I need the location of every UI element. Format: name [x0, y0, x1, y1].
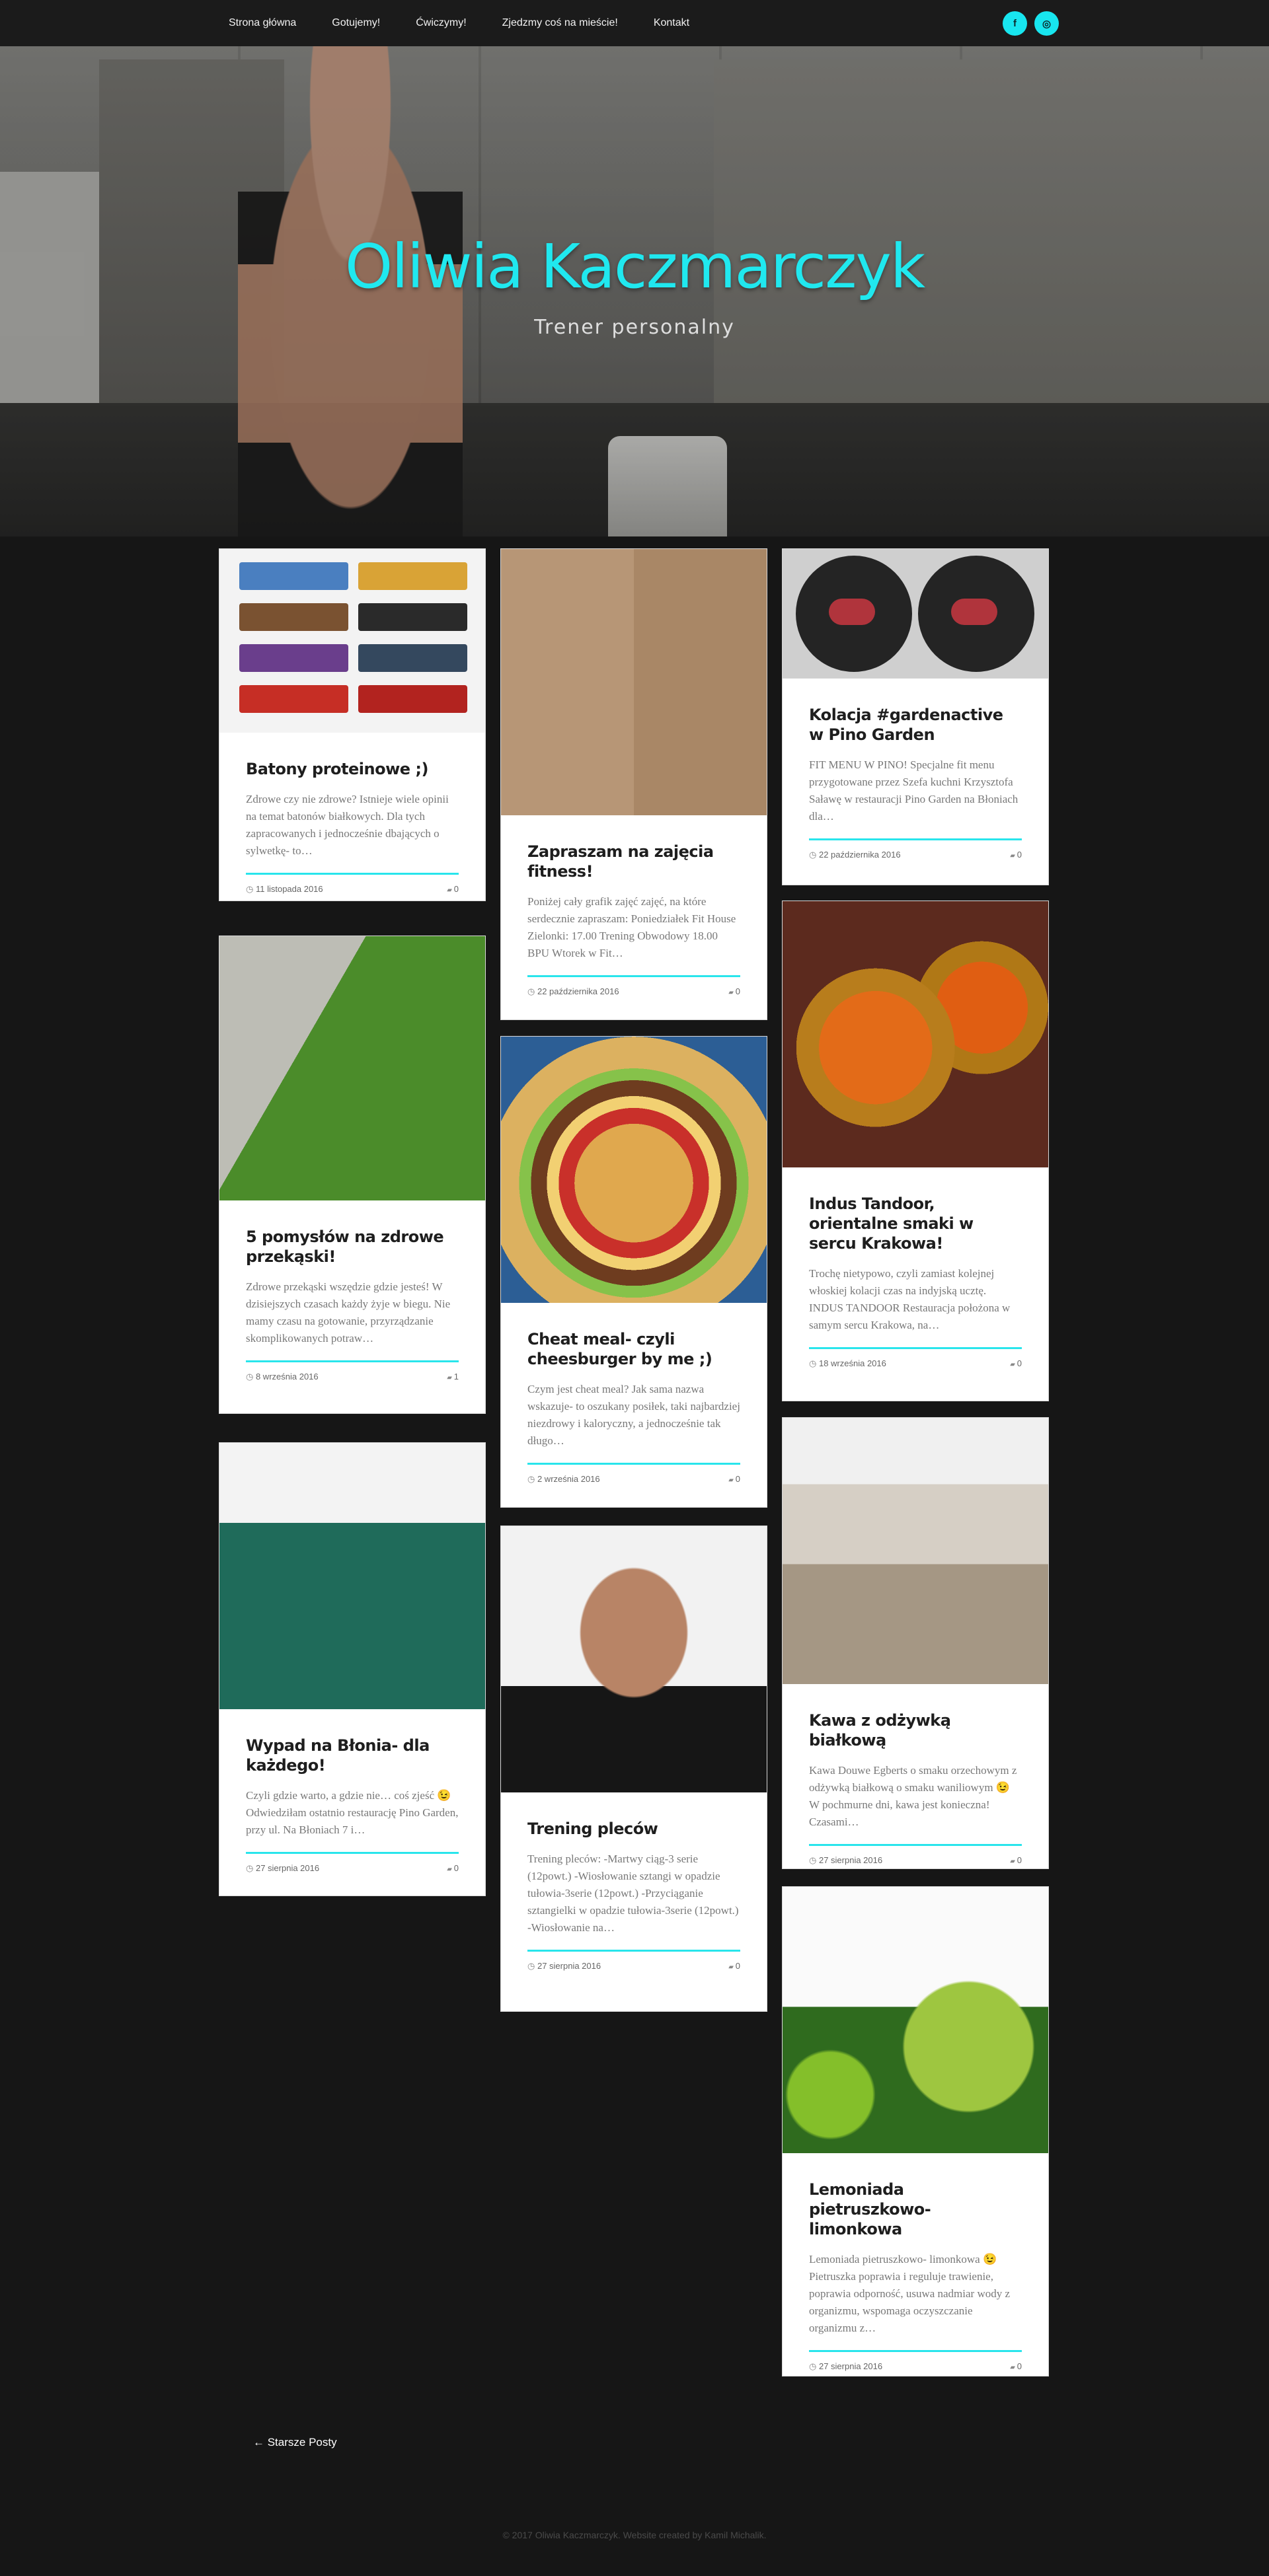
post-excerpt: Kawa Douwe Egberts o smaku orzechowym z …	[809, 1764, 1017, 1828]
divider	[246, 1852, 459, 1854]
post-image-iced-coffee[interactable]	[783, 1418, 1048, 1684]
post-title[interactable]: Wypad na Błonia- dla każdego!	[246, 1736, 459, 1775]
divider	[809, 838, 1022, 840]
post-meta: 2 września 2016 0	[527, 1474, 740, 1485]
divider	[809, 1347, 1022, 1349]
post-date[interactable]: 22 października 2016	[527, 986, 619, 997]
post-meta: 22 października 2016 0	[809, 850, 1022, 860]
main-menu: Strona główna Gotujemy! Ćwiczymy! Zjedzm…	[229, 0, 689, 46]
post-image-cheeseburger[interactable]	[501, 1037, 767, 1303]
post-date[interactable]: 27 sierpnia 2016	[246, 1863, 319, 1874]
post-image-indian-dishes[interactable]	[783, 901, 1048, 1167]
post-meta: 18 września 2016 0	[809, 1358, 1022, 1369]
post-title[interactable]: Indus Tandoor, orientalne smaki w sercu …	[809, 1194, 1022, 1253]
divider	[527, 1463, 740, 1465]
post-date[interactable]: 18 września 2016	[809, 1358, 886, 1369]
comment-count[interactable]: 0	[728, 1961, 740, 1971]
footer-credits: © 2017 Oliwia Kaczmarczyk. Website creat…	[502, 2530, 767, 2540]
post-title[interactable]: Trening pleców	[527, 1819, 740, 1839]
post-image-back-workout[interactable]	[501, 1526, 767, 1792]
post-excerpt: FIT MENU W PINO! Specjalne fit menu przy…	[809, 758, 1019, 823]
instagram-icon[interactable]: ◎	[1034, 11, 1059, 36]
post-excerpt: Lemoniada pietruszkowo- limonkowa 😉 Piet…	[809, 2253, 1011, 2334]
older-posts-link[interactable]: ← Starsze Posty	[253, 2436, 337, 2449]
nav-item-contact[interactable]: Kontakt	[654, 17, 689, 28]
hero-banner: Oliwia Kaczmarczyk Trener personalny	[0, 46, 1269, 536]
post-excerpt: Czyli gdzie warto, a gdzie nie… coś zjeś…	[246, 1789, 459, 1836]
comment-count[interactable]: 0	[1010, 1358, 1022, 1369]
post-date[interactable]: 2 września 2016	[527, 1474, 600, 1485]
post-image-steak-plates[interactable]	[783, 549, 1048, 679]
post-meta: 8 września 2016 1	[246, 1372, 459, 1382]
divider	[246, 1360, 459, 1362]
post-image-pino-can[interactable]	[219, 1443, 485, 1709]
comment-count[interactable]: 0	[1010, 2361, 1022, 2372]
comment-count[interactable]: 0	[447, 1863, 459, 1874]
post-title[interactable]: 5 pomysłów na zdrowe przekąski!	[246, 1227, 459, 1267]
post-title[interactable]: Batony proteinowe ;)	[246, 759, 459, 779]
post-excerpt: Trening pleców: -Martwy ciąg-3 serie (12…	[527, 1853, 739, 1934]
post-meta: 27 sierpnia 2016 0	[809, 1855, 1022, 1866]
post-title[interactable]: Zapraszam na zajęcia fitness!	[527, 842, 740, 881]
site-tagline: Trener personalny	[534, 316, 735, 339]
post-date[interactable]: 11 listopada 2016	[246, 884, 323, 895]
post-card: 5 pomysłów na zdrowe przekąski! Zdrowe p…	[219, 936, 486, 1414]
post-meta: 11 listopada 2016 0	[246, 884, 459, 895]
divider	[246, 873, 459, 875]
post-excerpt: Zdrowe przekąski wszędzie gdzie jesteś! …	[246, 1280, 451, 1344]
nav-item-home[interactable]: Strona główna	[229, 17, 296, 28]
post-image-protein-bars[interactable]	[219, 549, 485, 733]
post-meta: 22 października 2016 0	[527, 986, 740, 997]
post-image-snack-walk[interactable]	[219, 936, 485, 1200]
comment-count[interactable]: 0	[1010, 850, 1022, 860]
post-title[interactable]: Kawa z odżywką białkową	[809, 1711, 1022, 1750]
post-card: Batony proteinowe ;) Zdrowe czy nie zdro…	[219, 548, 486, 901]
post-date[interactable]: 22 października 2016	[809, 850, 901, 860]
post-date[interactable]: 8 września 2016	[246, 1372, 319, 1382]
post-title[interactable]: Lemoniada pietruszkowo-limonkowa	[809, 2180, 1022, 2239]
post-title[interactable]: Cheat meal- czyli cheesburger by me ;)	[527, 1329, 740, 1369]
nav-item-eating-out[interactable]: Zjedzmy coś na mieście!	[502, 17, 618, 28]
post-card: Indus Tandoor, orientalne smaki w sercu …	[782, 901, 1049, 1401]
post-meta: 27 sierpnia 2016 0	[809, 2361, 1022, 2372]
post-excerpt: Trochę nietypowo, czyli zamiast kolejnej…	[809, 1267, 1011, 1331]
comment-count[interactable]: 0	[1010, 1855, 1022, 1866]
post-card: Kolacja #gardenactive w Pino Garden FIT …	[782, 548, 1049, 885]
post-title[interactable]: Kolacja #gardenactive w Pino Garden	[809, 705, 1022, 745]
post-date[interactable]: 27 sierpnia 2016	[809, 1855, 882, 1866]
nav-item-cooking[interactable]: Gotujemy!	[332, 17, 380, 28]
nav-item-training[interactable]: Ćwiczymy!	[416, 17, 466, 28]
divider	[809, 1844, 1022, 1846]
comment-count[interactable]: 0	[728, 1474, 740, 1485]
post-excerpt: Poniżej cały grafik zajęć zajęć, na któr…	[527, 895, 736, 959]
post-card: Lemoniada pietruszkowo-limonkowa Lemonia…	[782, 1886, 1049, 2376]
post-card: Trening pleców Trening pleców: -Martwy c…	[500, 1526, 767, 2012]
divider	[809, 2350, 1022, 2352]
top-navigation: Strona główna Gotujemy! Ćwiczymy! Zjedzm…	[0, 0, 1269, 46]
post-card: Wypad na Błonia- dla każdego! Czyli gdzi…	[219, 1442, 486, 1896]
post-card: Zapraszam na zajęcia fitness! Poniżej ca…	[500, 548, 767, 1020]
post-excerpt: Czym jest cheat meal? Jak sama nazwa wsk…	[527, 1383, 740, 1447]
comment-count[interactable]: 0	[728, 986, 740, 997]
post-card: Kawa z odżywką białkową Kawa Douwe Egber…	[782, 1417, 1049, 1869]
post-date[interactable]: 27 sierpnia 2016	[527, 1961, 601, 1971]
post-meta: 27 sierpnia 2016 0	[246, 1863, 459, 1874]
site-title[interactable]: Oliwia Kaczmarczyk	[0, 231, 1269, 302]
post-meta: 27 sierpnia 2016 0	[527, 1961, 740, 1971]
divider	[527, 1950, 740, 1952]
post-date[interactable]: 27 sierpnia 2016	[809, 2361, 882, 2372]
post-card: Cheat meal- czyli cheesburger by me ;) C…	[500, 1036, 767, 1508]
post-image-green-lemonade[interactable]	[783, 1887, 1048, 2153]
divider	[527, 975, 740, 977]
comment-count[interactable]: 1	[447, 1372, 459, 1382]
post-excerpt: Zdrowe czy nie zdrowe? Istnieje wiele op…	[246, 793, 449, 857]
post-image-fitness-mirror[interactable]	[501, 549, 767, 815]
comment-count[interactable]: 0	[447, 884, 459, 895]
facebook-icon[interactable]: f	[1003, 11, 1027, 36]
social-links: f ◎	[1003, 11, 1059, 36]
